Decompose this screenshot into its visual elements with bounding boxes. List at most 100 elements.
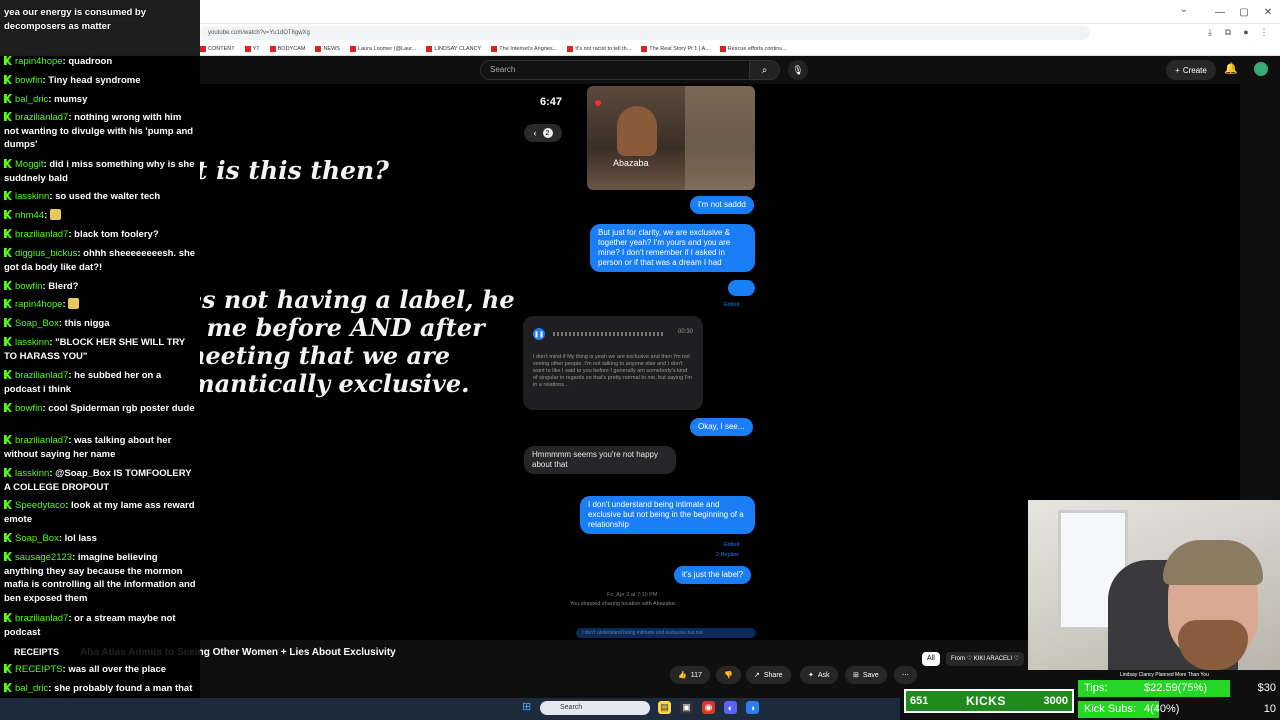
search-icon[interactable]: ⌕ xyxy=(750,60,780,80)
chat-message: sausage2123: imagine believing anything … xyxy=(4,551,198,605)
kick-badge-icon xyxy=(4,533,12,542)
notifications-bell-icon[interactable]: 🔔 xyxy=(1224,62,1238,75)
chat-username[interactable]: brazilianlad7 xyxy=(15,229,68,240)
plus-icon: + xyxy=(1175,65,1180,75)
chat-username[interactable]: bowfin xyxy=(15,403,42,414)
chat-username[interactable]: RECEIPTS xyxy=(15,664,63,675)
kick-badge-icon xyxy=(4,281,12,290)
unread-badge: 2 xyxy=(542,128,553,138)
message-sent-empty xyxy=(728,280,755,296)
chat-username[interactable]: brazilianlad7 xyxy=(15,370,68,381)
close-icon[interactable]: ✕ xyxy=(1256,0,1280,24)
chat-username[interactable]: lasskinn xyxy=(15,337,49,348)
message-faded: I don't understand being intimate and ex… xyxy=(576,628,756,638)
chat-username[interactable]: sausage2123 xyxy=(15,552,72,563)
chat-username[interactable]: rapin4hope xyxy=(15,299,63,310)
video-caption-question: what is this then? xyxy=(200,156,389,185)
folder-icon xyxy=(269,45,276,52)
taskbar-search[interactable]: Search xyxy=(540,701,650,715)
voice-duration: 00:30 xyxy=(677,329,693,335)
kicks-label: KICKS xyxy=(966,694,1006,708)
filter-chip-from[interactable]: From ♡ KIKI ARACELI ♡ xyxy=(946,652,1025,666)
address-bar[interactable]: youtube.com/watch?v=Yu1dOT8gwXg xyxy=(200,26,1090,40)
thumbs-up-icon: 👍 xyxy=(678,672,687,679)
chat-message: rapin4hope: xyxy=(4,298,198,312)
maximize-icon[interactable]: ▢ xyxy=(1232,0,1256,24)
chat-username[interactable]: brazilianlad7 xyxy=(15,435,68,446)
bookmark-item[interactable]: LINDSAY CLANCY xyxy=(426,45,481,52)
more-actions-button[interactable]: ⋯ xyxy=(894,666,917,684)
bookmark-item[interactable]: NEWS xyxy=(315,45,340,52)
chat-username[interactable]: lasskinn xyxy=(15,468,49,479)
chat-text: Blerd? xyxy=(48,281,79,292)
chat-username[interactable]: Soap_Box xyxy=(15,318,59,329)
like-button[interactable]: 👍 117 xyxy=(670,666,710,684)
chat-username[interactable]: diggius_bickus xyxy=(15,248,77,259)
filter-chip-all[interactable]: All xyxy=(922,652,940,666)
pause-icon: ❚❚ xyxy=(533,328,545,340)
dislike-button[interactable]: 👎 xyxy=(716,666,741,684)
kicks-count: 651 xyxy=(910,695,929,707)
minimize-icon[interactable]: — xyxy=(1208,0,1232,24)
avatar[interactable] xyxy=(1254,62,1268,76)
kick-badge-icon xyxy=(4,664,12,673)
kick-badge-icon xyxy=(4,552,12,561)
create-button[interactable]: + Create xyxy=(1166,60,1216,80)
voice-transcript: I don't mind if My thing is yeah we are … xyxy=(533,354,692,388)
kick-badge-icon xyxy=(4,56,12,65)
menu-icon[interactable]: ⋮ xyxy=(1258,26,1270,38)
chat-username[interactable]: Soap_Box xyxy=(15,533,59,544)
thumbs-down-icon: 👎 xyxy=(724,672,733,679)
phone-clock: 6:47 xyxy=(540,96,563,108)
youtube-logo-icon xyxy=(491,45,498,52)
save-button[interactable]: ⊞ Save xyxy=(845,666,887,684)
bookmark-item[interactable]: YT xyxy=(244,45,260,52)
bookmark-item[interactable]: It's not racist to tell th... xyxy=(567,45,631,52)
message-sent: I'm not saddd xyxy=(690,196,754,214)
chat-username[interactable]: bowfin xyxy=(15,75,42,86)
edge-icon[interactable]: ◑ xyxy=(746,701,759,714)
chat-username[interactable]: bowfin xyxy=(15,281,42,292)
microphone-icon[interactable]: 🎙 xyxy=(788,60,808,80)
task-view-icon[interactable]: ▣ xyxy=(680,701,693,714)
file-explorer-icon[interactable]: ▤ xyxy=(658,701,671,714)
download-icon[interactable]: ⤓ xyxy=(1204,26,1216,38)
chat-username[interactable]: Speedytaco xyxy=(15,500,65,511)
extensions-icon[interactable]: ⧉ xyxy=(1222,26,1234,38)
bookmark-item[interactable]: Rescue efforts continu... xyxy=(719,45,787,52)
chat-username[interactable]: lasskinn xyxy=(15,191,49,202)
tab-list-chevron-icon[interactable]: ⌄ xyxy=(1180,4,1188,15)
kick-badge-icon xyxy=(4,75,12,84)
kick-badge-icon xyxy=(4,318,12,327)
bookmark-item[interactable]: The Internet's Angries... xyxy=(491,45,557,52)
search-input[interactable]: Search xyxy=(480,60,750,80)
chat-username[interactable]: brazilianlad7 xyxy=(15,613,68,624)
chat-username[interactable]: brazilianlad7 xyxy=(15,112,68,123)
bookmark-item[interactable]: Laura Loomer (@Laur... xyxy=(349,45,416,52)
window-controls: — ▢ ✕ xyxy=(1208,0,1280,24)
chat-username[interactable]: bal_dric xyxy=(15,683,48,694)
stream-goals: Tips: $22.59(75%) $30 Kick Subs: 4(40%) … xyxy=(1078,679,1280,720)
youtube-logo-icon xyxy=(719,45,726,52)
chat-username[interactable]: bal_dric xyxy=(15,94,48,105)
bookmark-item[interactable]: CONTENT xyxy=(200,45,235,52)
bookmark-item[interactable]: BODYCAM xyxy=(269,45,305,52)
chat-text: lol lass xyxy=(64,533,97,544)
action-row: 👎 xyxy=(716,666,741,684)
chat-overlay: yea our energy is consumed by decomposer… xyxy=(0,0,200,720)
chat-message: Speedytaco: look at my lame ass reward e… xyxy=(4,499,198,526)
chat-username[interactable]: Moggit xyxy=(15,159,44,170)
share-button[interactable]: ↗ Share xyxy=(746,666,791,684)
more-icon: ⋯ xyxy=(902,672,909,679)
bookmark-item[interactable]: The Real Story Pt 1 | A... xyxy=(641,45,710,52)
discord-icon[interactable]: ◐ xyxy=(724,701,737,714)
profile-icon[interactable]: ● xyxy=(1240,26,1252,38)
ask-button[interactable]: ✦ Ask xyxy=(800,666,838,684)
windows-start-icon[interactable]: ⊞ xyxy=(522,700,534,713)
chat-username[interactable]: rapin4hope xyxy=(15,56,63,67)
subs-value: 4(40%) xyxy=(1144,703,1180,715)
chrome-icon[interactable]: ◉ xyxy=(702,701,715,714)
facetime-preview: Abazaba xyxy=(587,86,755,190)
kick-badge-icon xyxy=(4,337,12,346)
chat-username[interactable]: nhm44 xyxy=(15,210,44,221)
